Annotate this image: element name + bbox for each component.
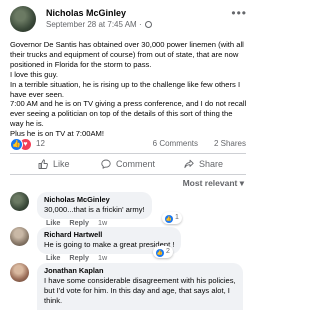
- post-meta: September 28 at 7:45 AM ·: [46, 20, 152, 29]
- commenter-name[interactable]: Richard Hartwell: [44, 230, 174, 240]
- comment-actions: Like Reply 1w: [46, 253, 114, 262]
- globe-icon: [144, 21, 152, 28]
- comment-text-line: but I'd vote for him. In this day and ag…: [44, 286, 230, 295]
- comment-like-button[interactable]: Like: [46, 218, 60, 227]
- reactions-summary: 👍 ♥ 12 6 Comments 2 Shares: [10, 138, 246, 151]
- comment-reactions[interactable]: 👍 2: [153, 246, 173, 258]
- post-line: Governor De Santis has obtained over 30,…: [10, 40, 244, 49]
- comment-sort-dropdown[interactable]: Most relevant ▾: [183, 178, 244, 189]
- reaction-count[interactable]: 12: [36, 139, 45, 148]
- comment-button[interactable]: Comment: [101, 155, 155, 173]
- comment-text: 30,000...that is a frickin' army!: [44, 205, 145, 214]
- comment-reaction-count: 2: [165, 248, 170, 255]
- comment-like-button[interactable]: Like: [46, 253, 60, 262]
- share-arrow-icon: [184, 159, 194, 169]
- comment-reply-button[interactable]: Reply: [69, 218, 89, 227]
- post-line: In a terrible situation, he is rising up…: [10, 79, 241, 89]
- divider: [10, 174, 246, 175]
- commenter-avatar[interactable]: [10, 263, 29, 282]
- comment-item: Nicholas McGinley 30,000...that is a fri…: [10, 192, 250, 227]
- comment-timestamp[interactable]: 1w: [98, 253, 107, 262]
- post-line: I love this guy.: [10, 69, 58, 79]
- comment-count[interactable]: 6 Comments: [153, 139, 198, 148]
- share-count[interactable]: 2 Shares: [214, 139, 246, 148]
- comment-bubble: Jonathan Kaplan I have some considerable…: [37, 263, 243, 310]
- share-label: Share: [199, 159, 224, 169]
- author-avatar[interactable]: [10, 6, 36, 32]
- like-label: Like: [53, 159, 70, 169]
- commenter-avatar[interactable]: [10, 227, 29, 246]
- like-reaction-icon[interactable]: 👍: [10, 138, 23, 151]
- post-timestamp[interactable]: September 28 at 7:45 AM: [46, 20, 137, 29]
- thumbs-up-icon: [38, 159, 48, 169]
- meta-separator: ·: [138, 20, 142, 29]
- post-header: Nicholas McGinley September 28 at 7:45 A…: [10, 4, 256, 36]
- comment-text-line: think.: [44, 296, 63, 305]
- post-line: have ever seen.: [10, 89, 65, 99]
- like-reaction-icon: 👍: [165, 215, 173, 223]
- comment-text-line: I have some considerable disagreement wi…: [44, 276, 236, 285]
- post-line: ever seeing a politician on top of the d…: [10, 109, 233, 119]
- comment-timestamp[interactable]: 1w: [98, 218, 107, 227]
- comment-actions: Like Reply 1w: [46, 218, 114, 227]
- more-horizontal-icon[interactable]: •••: [231, 7, 247, 19]
- divider: [10, 153, 246, 154]
- comment-reply-button[interactable]: Reply: [69, 253, 89, 262]
- comment-reaction-count: 1: [174, 214, 179, 221]
- comment-reactions[interactable]: 👍 1: [162, 212, 182, 224]
- post-author-name[interactable]: Nicholas McGinley: [46, 8, 126, 18]
- commenter-name[interactable]: Jonathan Kaplan: [44, 266, 236, 276]
- post-line: their trucks and equipment of course) fr…: [10, 49, 239, 59]
- post-line: positioned in Florida for the storm to p…: [10, 59, 152, 69]
- comment-item: Richard Hartwell He is going to make a g…: [10, 227, 250, 262]
- post-action-bar: Like Comment Share: [0, 155, 256, 173]
- commenter-name[interactable]: Nicholas McGinley: [44, 195, 145, 205]
- like-reaction-icon: 👍: [156, 249, 164, 257]
- comment-bubble: Nicholas McGinley 30,000...that is a fri…: [37, 192, 152, 219]
- post-line: way he is.: [10, 119, 44, 129]
- comment-bubble-icon: [101, 159, 111, 169]
- commenter-avatar[interactable]: [10, 192, 29, 211]
- post-body: Governor De Santis has obtained over 30,…: [10, 40, 250, 139]
- share-button[interactable]: Share: [184, 155, 223, 173]
- post-line: 7:00 AM and he is on TV giving a press c…: [10, 99, 247, 109]
- like-button[interactable]: Like: [38, 155, 70, 173]
- comment-label: Comment: [116, 159, 156, 169]
